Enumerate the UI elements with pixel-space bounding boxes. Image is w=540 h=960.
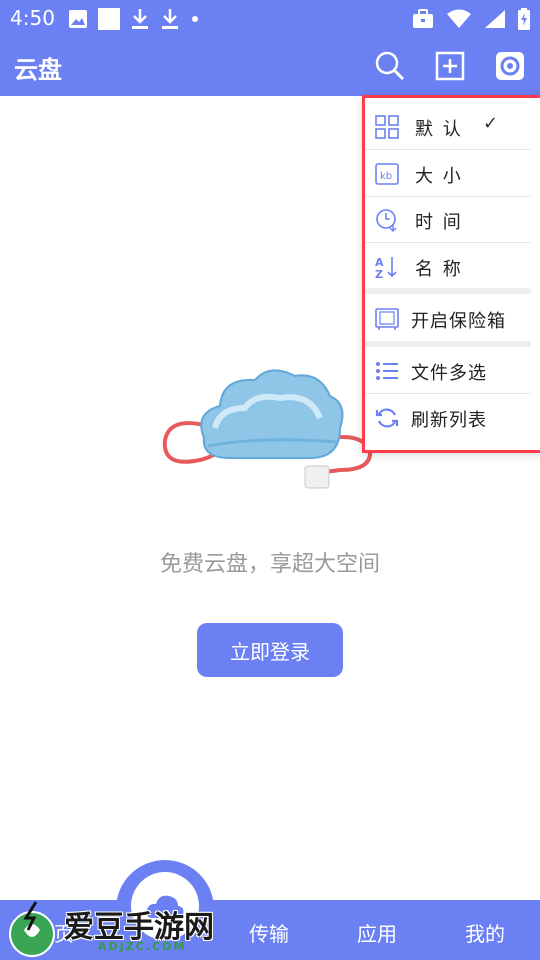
- menu-item-size[interactable]: kb 大 小: [365, 150, 531, 196]
- cloud-illustration: [162, 369, 373, 489]
- add-button[interactable]: [432, 48, 468, 84]
- section-separator: [365, 288, 531, 294]
- empty-state-text: 免费云盘，享超大空间: [159, 552, 380, 577]
- menu-item-default[interactable]: 默 认 ✓: [365, 103, 531, 149]
- clock-icon: [376, 209, 397, 232]
- settings-button[interactable]: [492, 48, 528, 84]
- menu-item-label: 默 认: [415, 119, 463, 140]
- watermark-subtext: ADJZC.COM: [98, 940, 187, 953]
- briefcase-icon: [413, 9, 433, 28]
- safe-icon: [375, 308, 399, 330]
- menu-item-label: 刷新列表: [411, 410, 487, 431]
- download-icon-2: [162, 9, 178, 29]
- grid-icon: [375, 115, 399, 139]
- check-icon: ✓: [483, 113, 499, 134]
- menu-item-name[interactable]: AZ 名 称: [365, 243, 531, 289]
- list-icon: [376, 362, 398, 380]
- menu-item-label: 文件多选: [411, 363, 487, 384]
- notification-icons: [68, 8, 200, 30]
- signal-icon: [485, 10, 505, 28]
- wifi-icon: [447, 9, 471, 28]
- menu-item-label: 时 间: [415, 212, 463, 233]
- status-time: 4:50: [10, 6, 55, 30]
- kb-icon: kb: [375, 163, 399, 185]
- tab-apps[interactable]: 应用: [357, 918, 397, 947]
- svg-text:Z: Z: [375, 268, 383, 279]
- menu-item-label: 大 小: [415, 166, 463, 187]
- refresh-icon: [375, 408, 399, 428]
- gear-icon: [496, 52, 524, 80]
- sort-az-icon: AZ: [375, 256, 397, 279]
- menu-item-multi-select[interactable]: 文件多选: [365, 347, 531, 393]
- menu-item-label: 开启保险箱: [411, 311, 506, 332]
- system-icons: [412, 8, 530, 30]
- menu-item-open-safe[interactable]: 开启保险箱: [365, 295, 531, 341]
- battery-charging-icon: [518, 8, 530, 30]
- login-button[interactable]: 立即登录: [197, 623, 343, 677]
- square-icon: [98, 8, 120, 30]
- watermark-logo: [9, 901, 55, 957]
- page-title: 云盘: [14, 56, 62, 84]
- dot-icon: [192, 16, 198, 22]
- menu-item-refresh[interactable]: 刷新列表: [365, 394, 531, 440]
- tab-mine[interactable]: 我的: [465, 918, 505, 947]
- menu-item-label: 名 称: [415, 259, 463, 280]
- add-square-icon: [435, 51, 465, 81]
- search-icon: [375, 51, 405, 81]
- status-bar: 4:50: [0, 0, 540, 36]
- menu-item-time[interactable]: 时 间: [365, 196, 531, 242]
- tab-transfer[interactable]: 传输: [249, 918, 289, 947]
- download-icon: [132, 9, 148, 29]
- svg-text:kb: kb: [380, 171, 392, 182]
- image-icon: [69, 10, 87, 28]
- sort-menu: 默 认 ✓ kb 大 小 时 间 AZ 名 称 开启保险箱 文件多选 刷新列表: [362, 95, 540, 453]
- search-button[interactable]: [372, 48, 408, 84]
- app-bar: 云盘: [0, 36, 540, 96]
